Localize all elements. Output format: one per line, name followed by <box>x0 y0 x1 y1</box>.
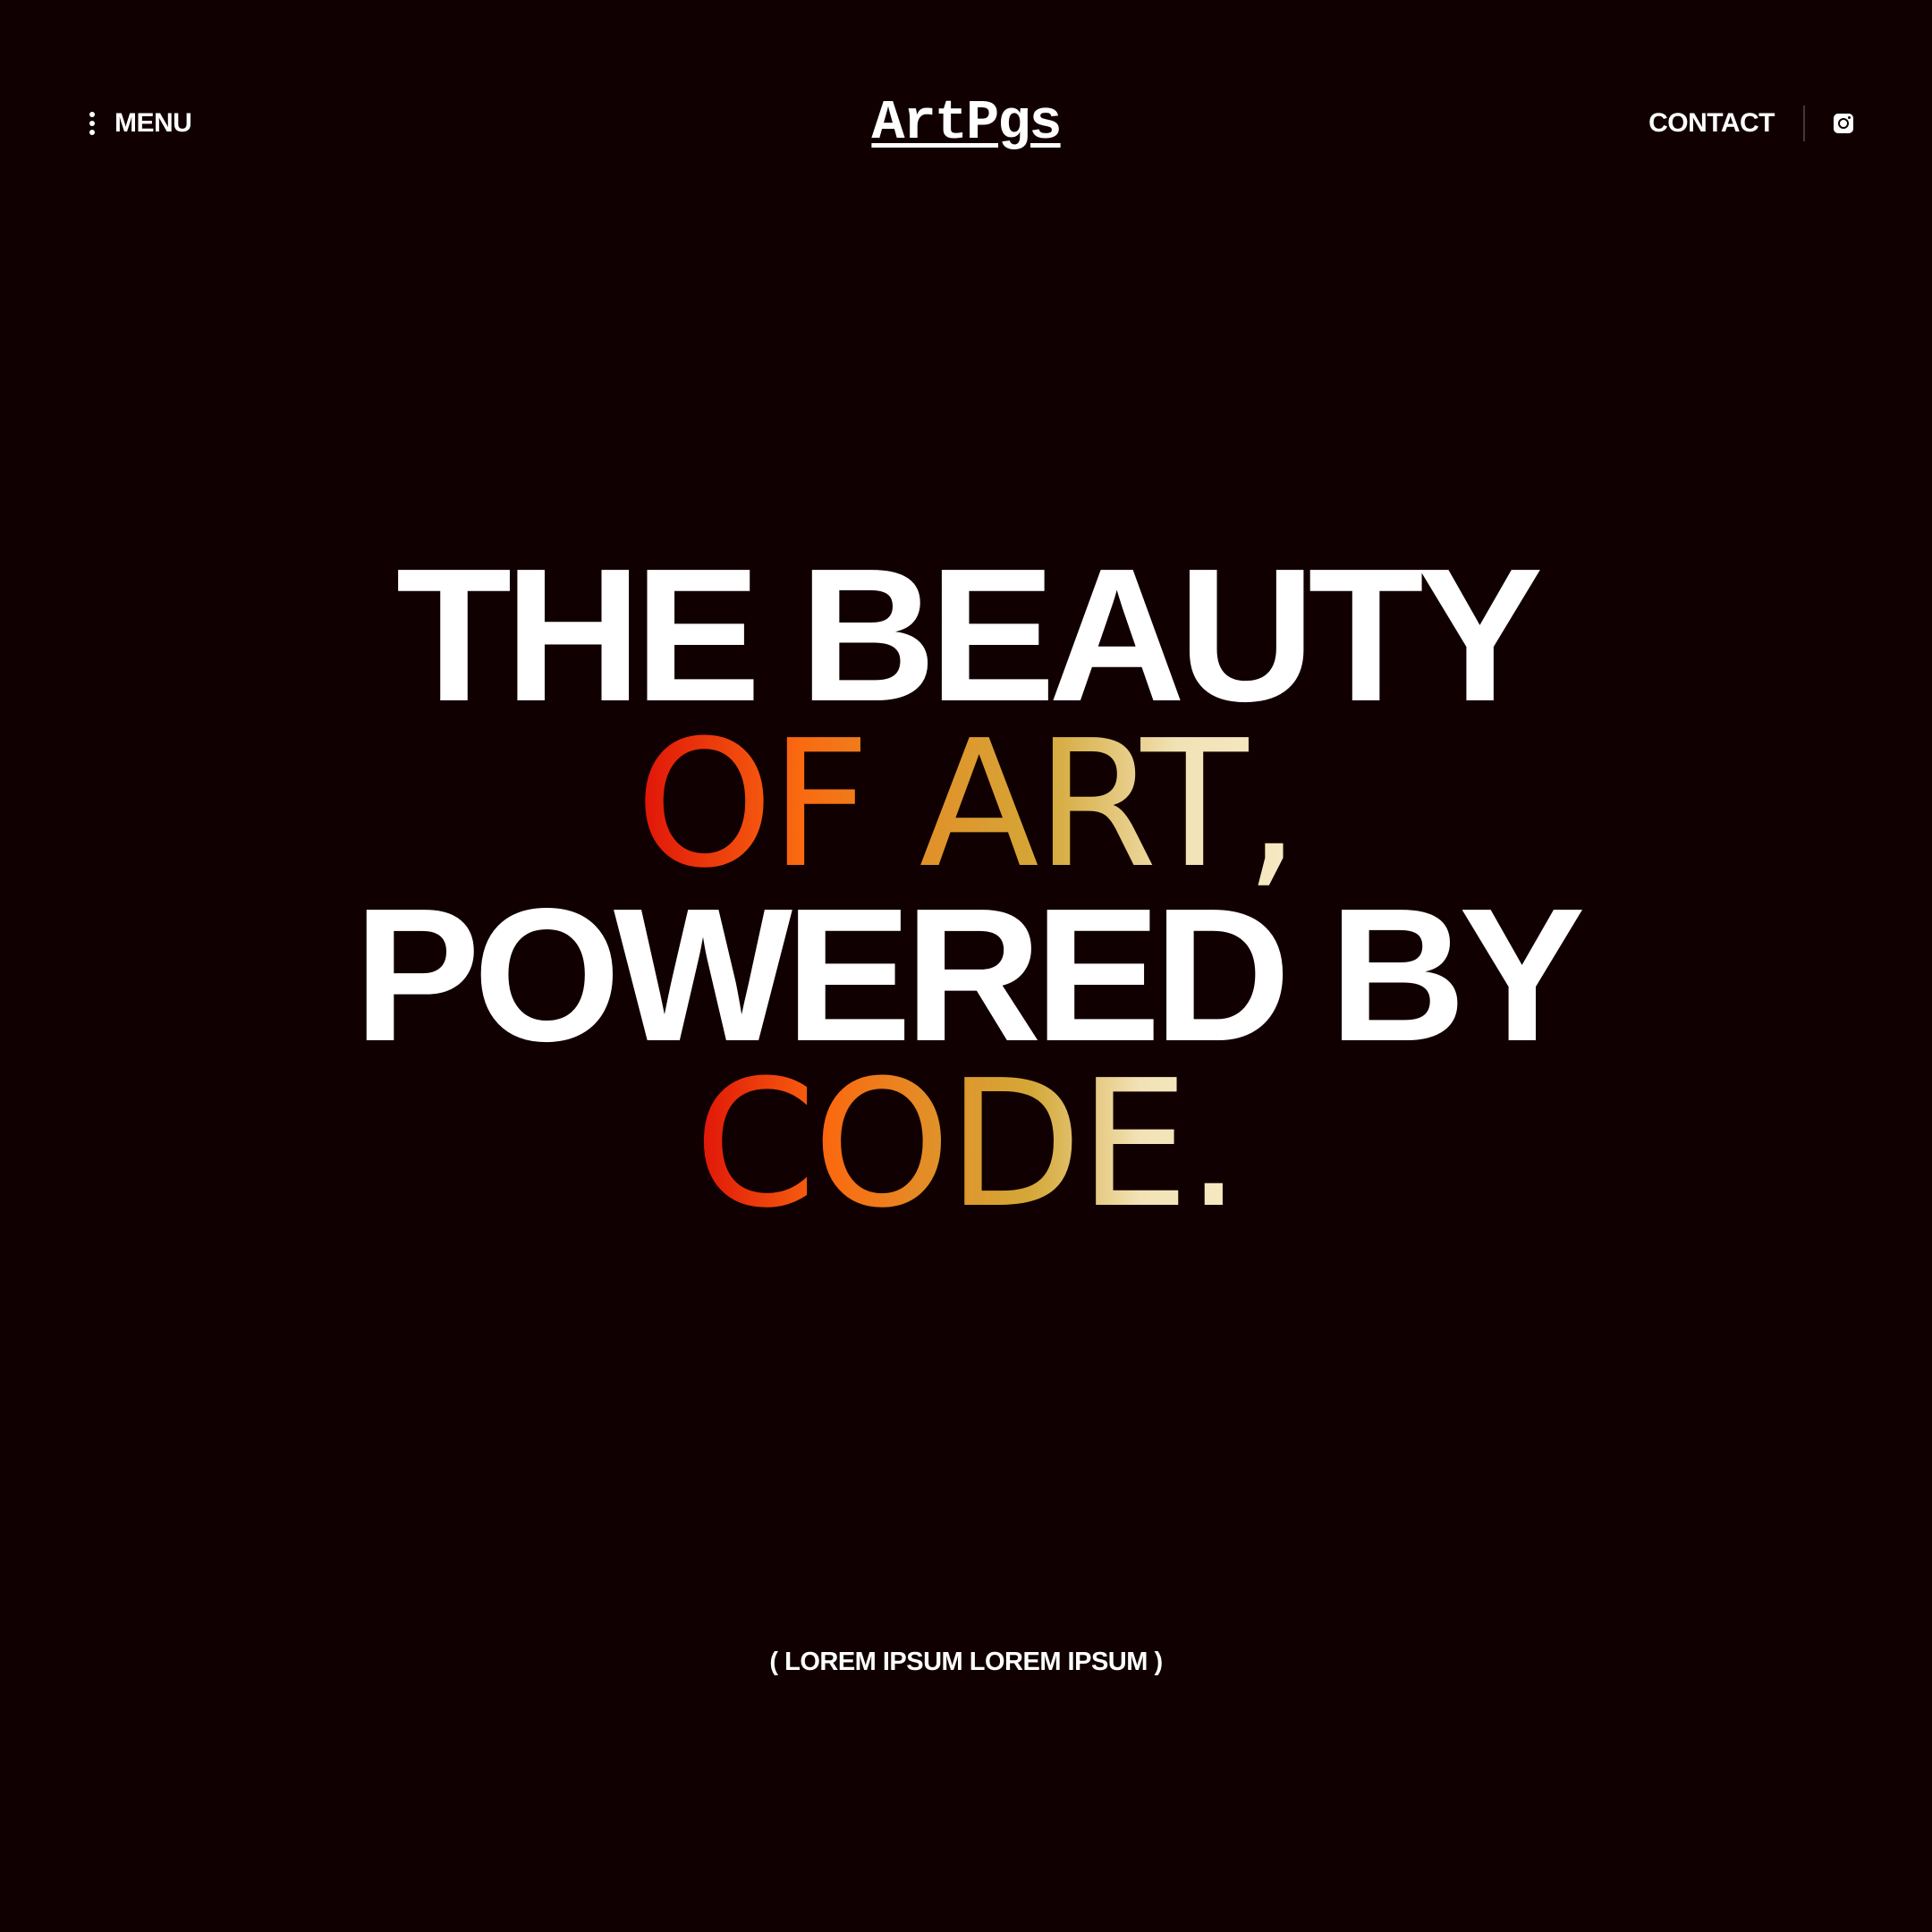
hero-headline: THE BEAUTY OF ART, POWERED BY CODE. <box>0 529 1932 1247</box>
hero-tagline: ( LOREM IPSUM LOREM IPSUM ) <box>769 1648 1163 1676</box>
instagram-icon[interactable] <box>1834 114 1853 133</box>
site-logo-container: ArtPgs <box>0 88 1932 159</box>
headline-line-2: OF ART, <box>635 703 1300 907</box>
site-logo[interactable]: ArtPgs <box>871 91 1062 155</box>
headline-line-3: POWERED BY <box>353 869 1586 1080</box>
contact-link[interactable]: CONTACT <box>1648 106 1775 141</box>
headline-line-4: CODE. <box>693 1043 1241 1247</box>
nav-divider <box>1803 106 1805 141</box>
header-right: CONTACT <box>1648 106 1853 141</box>
headline-line-1: THE BEAUTY <box>395 529 1544 741</box>
